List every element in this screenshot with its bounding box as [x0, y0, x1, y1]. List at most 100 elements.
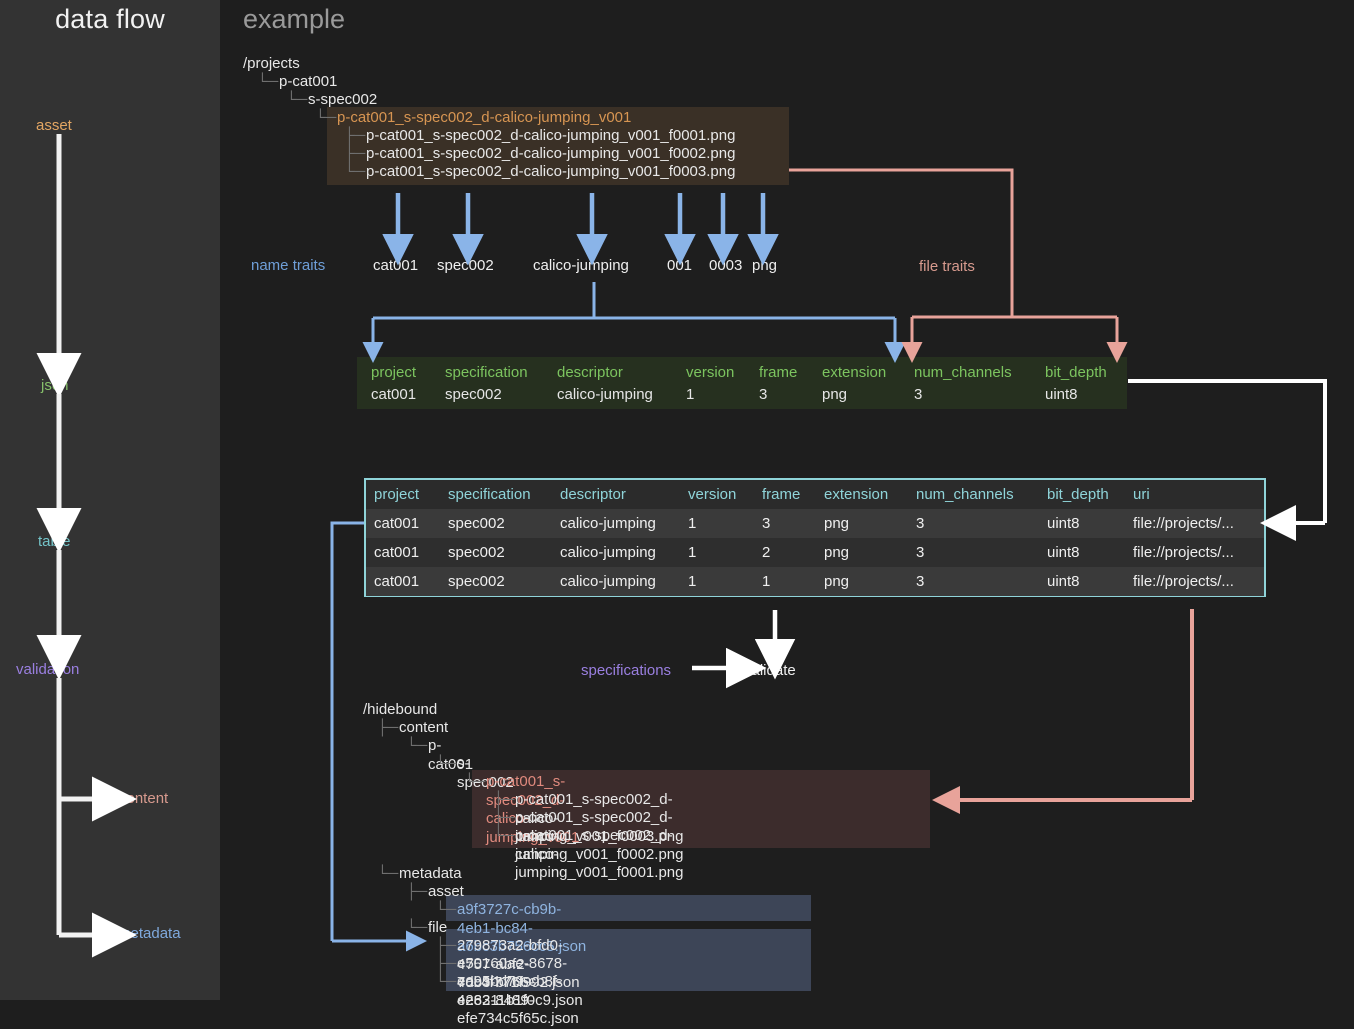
json-value-frame: 3 — [759, 386, 768, 403]
table-row[interactable]: cat001 spec002 calico-jumping 1 3 png 3 … — [366, 509, 1264, 538]
tree-branch-m-asset-json: └─ — [435, 901, 457, 918]
name-traits-bus-arrows — [362, 318, 906, 363]
data-table: project specification descriptor version… — [364, 478, 1266, 597]
cell-descriptor: calico-jumping — [560, 573, 656, 590]
tree-branch-2: └─ — [286, 91, 308, 108]
file-traits-bus — [789, 168, 1117, 319]
table-row[interactable]: cat001 spec002 calico-jumping 1 2 png 3 … — [366, 538, 1264, 567]
tree-node-p-cat001[interactable]: p-cat001 — [279, 73, 337, 92]
sidebar-step-table[interactable]: table — [38, 533, 71, 550]
tree-branch-c2: └─ — [435, 755, 457, 772]
cell-uri: file://projects/... — [1133, 515, 1234, 532]
cell-bit-depth: uint8 — [1047, 544, 1080, 561]
sidebar-output-content[interactable]: content — [119, 790, 168, 807]
table-header-row: project specification descriptor version… — [366, 480, 1264, 509]
col-header-extension[interactable]: extension — [824, 486, 888, 503]
tree-node-file-2[interactable]: p-cat001_s-spec002_d-calico-jumping_v001… — [366, 145, 735, 164]
json-value-specification: spec002 — [445, 386, 502, 403]
name-traits-bus — [373, 282, 895, 320]
col-header-frame[interactable]: frame — [762, 486, 800, 503]
sidebar-step-validation[interactable]: validation — [16, 661, 79, 678]
cell-frame: 1 — [762, 573, 771, 590]
tree-node-hidebound[interactable]: /hidebound — [363, 701, 437, 720]
json-header-descriptor: descriptor — [557, 364, 623, 381]
col-header-descriptor[interactable]: descriptor — [560, 486, 626, 503]
cell-num-channels: 3 — [916, 573, 925, 590]
tree-branch-f1: ├─ — [344, 127, 366, 144]
tree-node-s-spec002[interactable]: s-spec002 — [308, 91, 377, 110]
cell-num-channels: 3 — [916, 515, 925, 532]
cell-extension: png — [824, 515, 850, 532]
tree-node-metadata[interactable]: metadata — [399, 865, 462, 884]
cell-project: cat001 — [374, 515, 420, 532]
cell-specification: spec002 — [448, 515, 505, 532]
tree-branch-metadata: └─ — [377, 865, 399, 882]
cell-descriptor: calico-jumping — [560, 515, 656, 532]
table-row[interactable]: cat001 spec002 calico-jumping 1 1 png 3 … — [366, 567, 1264, 596]
json-header-extension: extension — [822, 364, 887, 381]
tree-node-metadata-asset[interactable]: asset — [428, 883, 464, 902]
tree-branch-f2: ├─ — [344, 145, 366, 162]
tree-branch-c3: └─ — [464, 773, 486, 790]
name-trait-descriptor: calico-jumping — [533, 257, 629, 274]
sidebar-step-asset[interactable]: asset — [36, 117, 72, 134]
cell-bit-depth: uint8 — [1047, 573, 1080, 590]
tree-branch-1: └─ — [257, 73, 279, 90]
table-to-metadata-connector — [330, 521, 364, 941]
col-header-version[interactable]: version — [688, 486, 736, 503]
col-header-bit-depth[interactable]: bit_depth — [1047, 486, 1109, 503]
cell-project: cat001 — [374, 573, 420, 590]
json-value-project: cat001 — [371, 386, 417, 403]
cell-version: 1 — [688, 573, 697, 590]
json-value-extension: png — [822, 386, 848, 403]
cell-extension: png — [824, 573, 850, 590]
json-value-bit-depth: uint8 — [1045, 386, 1078, 403]
tree-branch-of1: ├─ — [493, 791, 515, 808]
cell-specification: spec002 — [448, 573, 505, 590]
tree-node-output-file-3[interactable]: p-cat001_s-spec002_d-calico-jumping_v001… — [515, 827, 683, 883]
tree-branch-3: └─ — [315, 109, 337, 126]
tree-node-content[interactable]: content — [399, 719, 448, 738]
name-trait-extension: png — [752, 257, 778, 274]
col-header-project[interactable]: project — [374, 486, 419, 503]
tree-branch-of3: └─ — [493, 827, 515, 844]
page-title: example — [243, 4, 346, 34]
col-header-uri[interactable]: uri — [1133, 486, 1150, 503]
cell-frame: 3 — [762, 515, 771, 532]
json-traits-table: project specification descriptor version… — [357, 357, 1127, 409]
tree-node-metadata-file[interactable]: file — [428, 919, 447, 938]
json-value-num-channels: 3 — [914, 386, 923, 403]
cell-version: 1 — [688, 515, 697, 532]
tree-branch-m-file: └─ — [406, 919, 428, 936]
validate-label: validate — [744, 662, 796, 679]
cell-project: cat001 — [374, 544, 420, 561]
cell-num-channels: 3 — [916, 544, 925, 561]
specifications-label: specifications — [581, 662, 672, 679]
json-header-frame: frame — [759, 364, 798, 381]
tree-node-file-1[interactable]: p-cat001_s-spec002_d-calico-jumping_v001… — [366, 127, 735, 146]
tree-node-asset-dir[interactable]: p-cat001_s-spec002_d-calico-jumping_v001 — [337, 109, 631, 128]
json-header-version: version — [686, 364, 735, 381]
file-traits-bus-arrows — [901, 317, 1128, 363]
tree-node-projects[interactable]: /projects — [243, 55, 300, 74]
name-trait-frame: 0003 — [709, 257, 743, 274]
col-header-specification[interactable]: specification — [448, 486, 531, 503]
col-header-num-channels[interactable]: num_channels — [916, 486, 1014, 503]
file-traits-label: file traits — [919, 258, 975, 275]
name-trait-arrows — [382, 193, 779, 266]
name-trait-specification: spec002 — [437, 257, 494, 274]
tree-branch-mf1: ├─ — [435, 937, 457, 954]
json-value-descriptor: calico-jumping — [557, 386, 653, 403]
name-trait-project: cat001 — [373, 257, 419, 274]
cell-descriptor: calico-jumping — [560, 544, 656, 561]
tree-node-file-json-3[interactable]: ea95bd79-cb8f-4262-8489-efe734c5f65c.jso… — [457, 973, 579, 1029]
tree-node-file-3[interactable]: p-cat001_s-spec002_d-calico-jumping_v001… — [366, 163, 735, 182]
cell-uri: file://projects/... — [1133, 544, 1234, 561]
cell-uri: file://projects/... — [1133, 573, 1234, 590]
name-traits-label: name traits — [251, 257, 326, 274]
sidebar-title: data flow — [55, 4, 165, 34]
sidebar-step-json[interactable]: json — [41, 377, 69, 394]
tree-branch-f3: └─ — [344, 163, 366, 180]
json-value-version: 1 — [686, 386, 695, 403]
sidebar-output-metadata[interactable]: metadata — [118, 925, 181, 942]
